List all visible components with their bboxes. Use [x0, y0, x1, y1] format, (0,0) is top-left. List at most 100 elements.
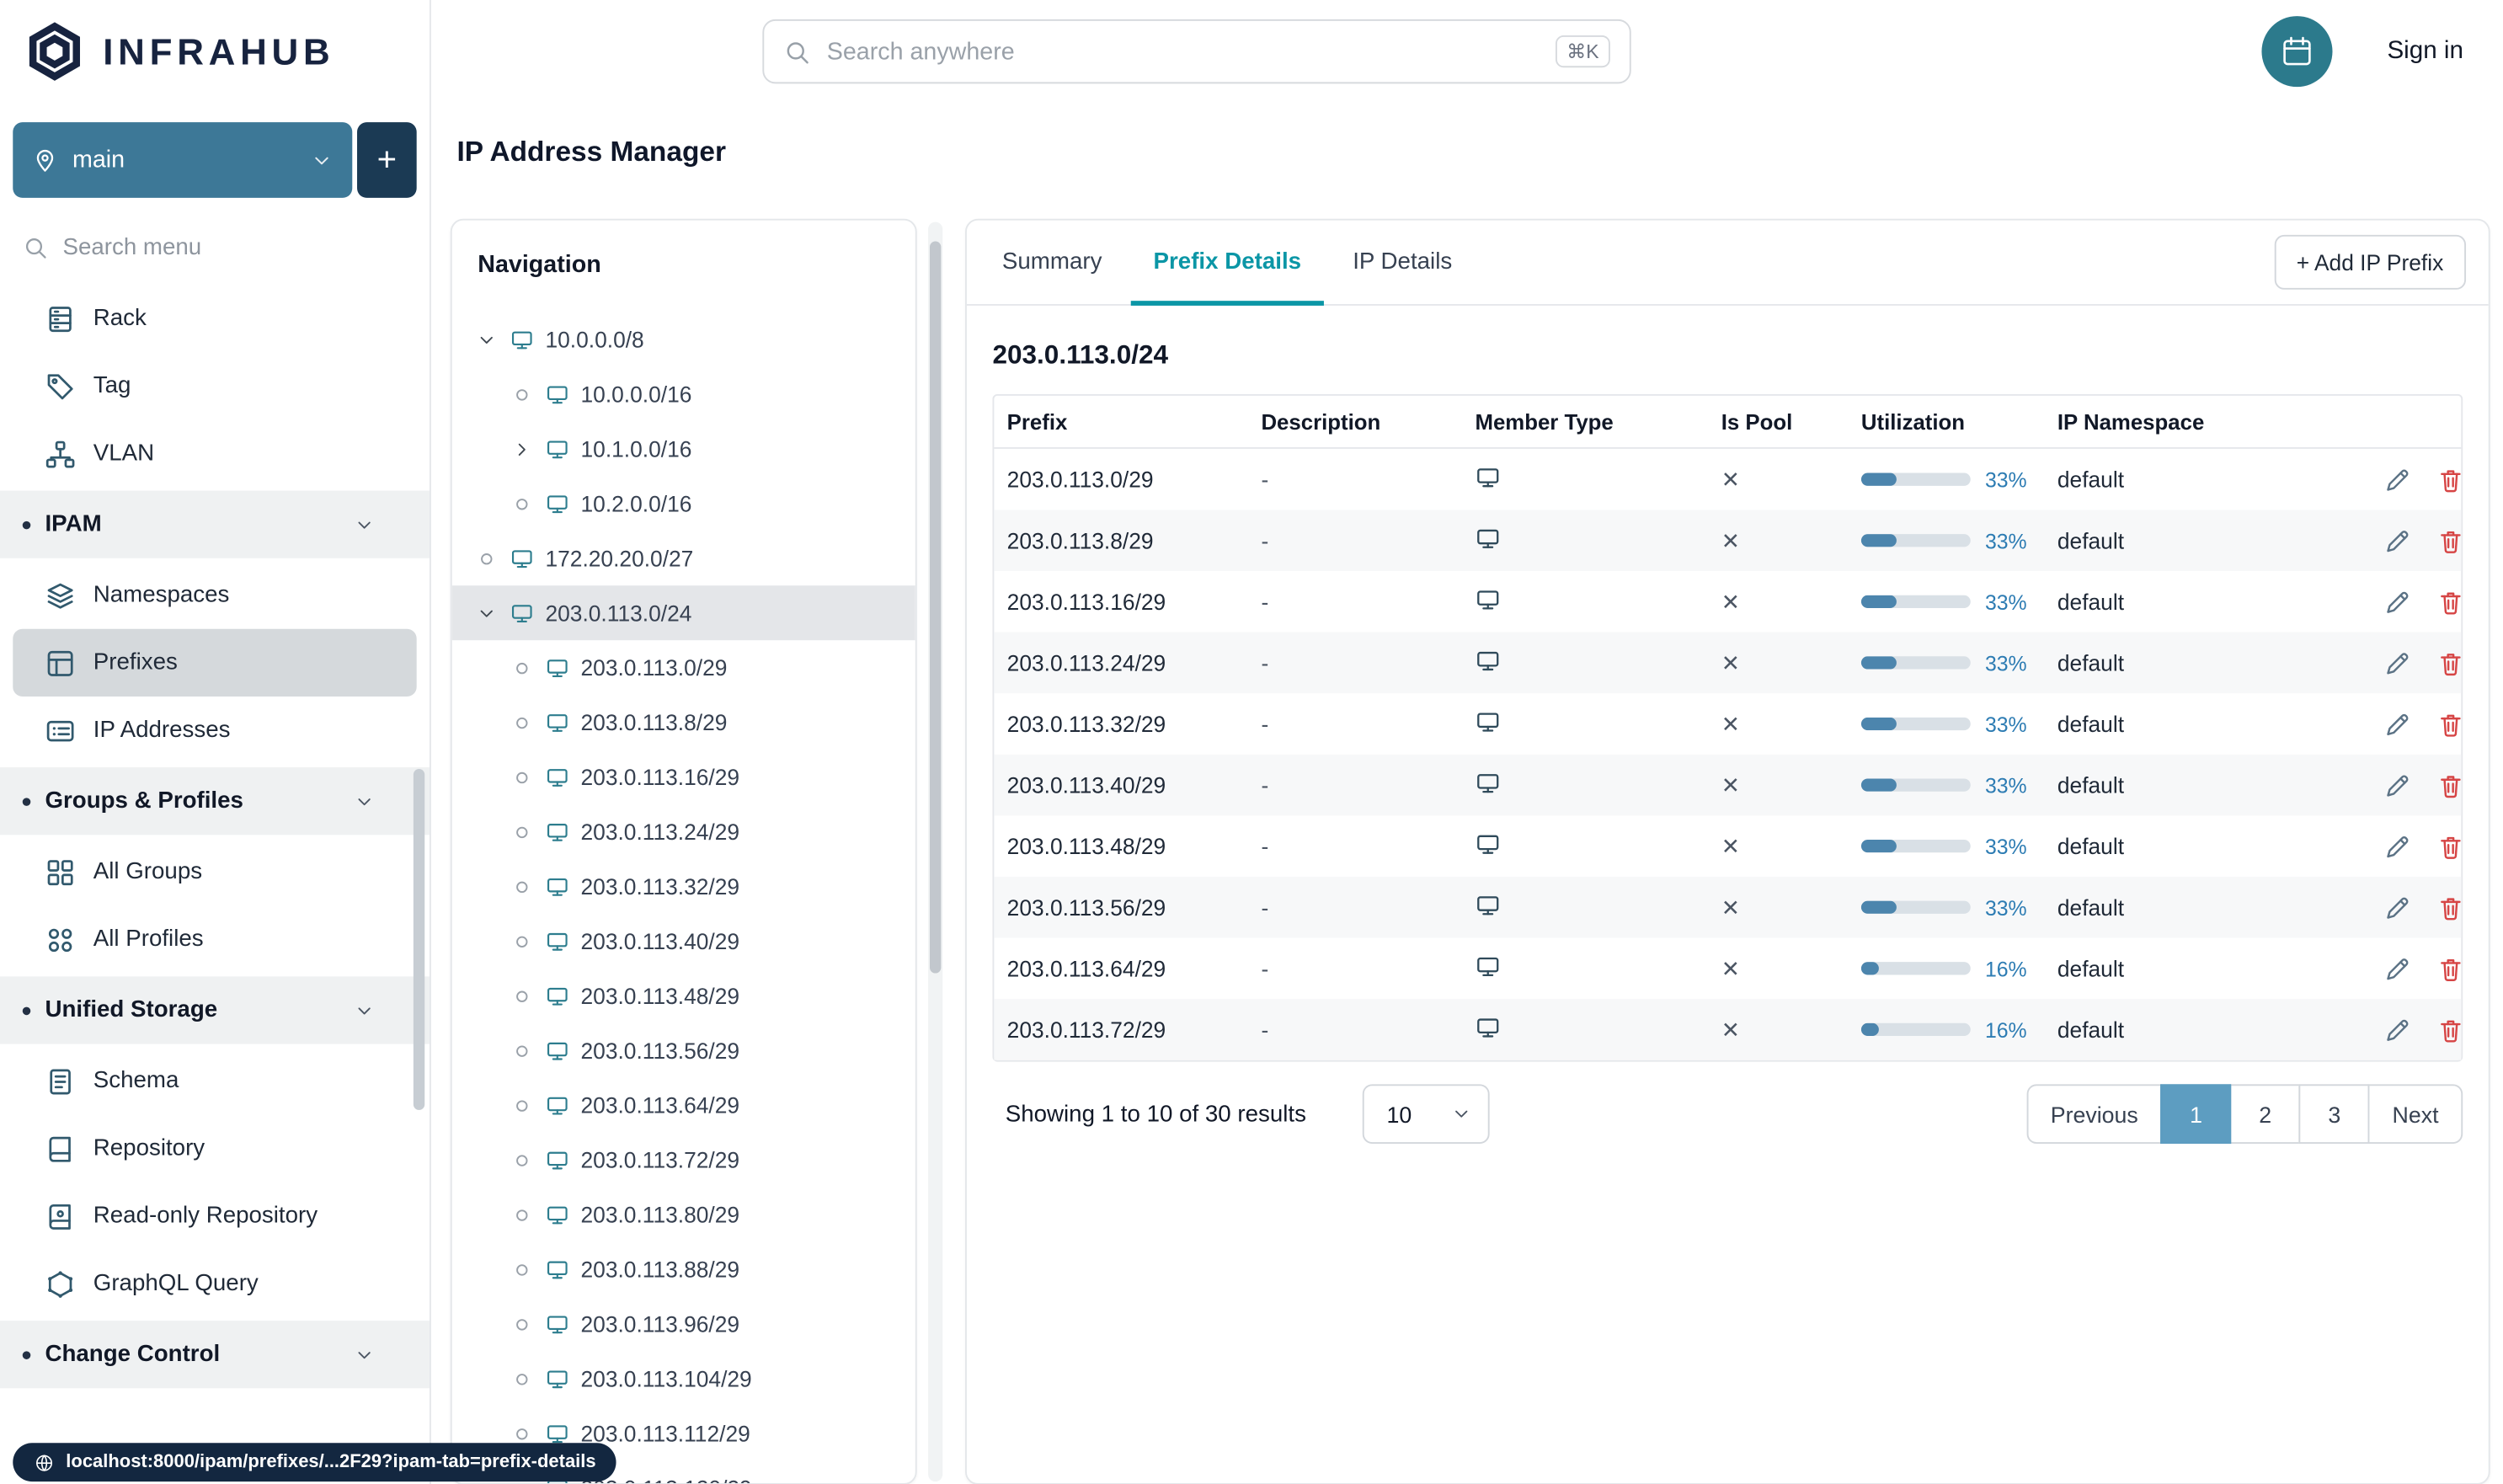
delete-button[interactable]	[2436, 770, 2466, 800]
sidebar-section-change-control[interactable]: Change Control	[0, 1321, 430, 1389]
delete-button[interactable]	[2436, 831, 2466, 862]
page-size-select[interactable]: 10	[1362, 1084, 1490, 1145]
sidebar-item-all-groups[interactable]: All Groups	[13, 838, 416, 905]
page-button-1[interactable]: 1	[2160, 1084, 2232, 1145]
leaf-circle-icon	[510, 1148, 534, 1172]
sidebar-item-graphql-query[interactable]: GraphQL Query	[13, 1250, 416, 1317]
tree-item-203-0-113-8-29[interactable]: 203.0.113.8/29	[452, 695, 915, 750]
cell-utilization: 33%	[1849, 773, 2045, 797]
sidebar-item-vlan[interactable]: VLAN	[13, 420, 416, 488]
table-row[interactable]: 203.0.113.16/29 - ✕ 33% default	[994, 571, 2461, 633]
leaf-circle-icon	[510, 655, 534, 680]
sidebar-item-read-only-repository[interactable]: Read-only Repository	[13, 1182, 416, 1250]
tree-item-10-0-0-0-16[interactable]: 10.0.0.0/16	[452, 366, 915, 421]
tree-item-203-0-113-16-29[interactable]: 203.0.113.16/29	[452, 750, 915, 804]
prefix-icon	[545, 1148, 569, 1172]
add-ip-prefix-button[interactable]: + Add IP Prefix	[2273, 234, 2467, 290]
add-branch-button[interactable]: +	[357, 122, 417, 198]
calendar-button[interactable]	[2261, 16, 2333, 88]
sidebar-item-namespaces[interactable]: Namespaces	[13, 562, 416, 629]
tree-item-203-0-113-72-29[interactable]: 203.0.113.72/29	[452, 1133, 915, 1188]
edit-button[interactable]	[2383, 953, 2413, 984]
tree-item-10-2-0-0-16[interactable]: 10.2.0.0/16	[452, 476, 915, 531]
edit-button[interactable]	[2383, 708, 2413, 739]
edit-button[interactable]	[2383, 586, 2413, 617]
is-pool-false-icon: ✕	[1721, 832, 1741, 858]
tree-item-203-0-113-64-29[interactable]: 203.0.113.64/29	[452, 1078, 915, 1133]
sidebar-item-schema[interactable]: Schema	[13, 1047, 416, 1114]
section-label: Change Control	[45, 1341, 221, 1368]
tree-item-203-0-113-56-29[interactable]: 203.0.113.56/29	[452, 1023, 915, 1078]
tab-summary[interactable]: Summary	[976, 221, 1128, 304]
tree-item-10-1-0-0-16[interactable]: 10.1.0.0/16	[452, 421, 915, 476]
page-button-next[interactable]: Next	[2367, 1084, 2463, 1145]
tree-item-10-0-0-0-8[interactable]: 10.0.0.0/8	[452, 312, 915, 367]
delete-button[interactable]	[2436, 953, 2466, 984]
prefix-icon	[1475, 464, 1501, 490]
table-row[interactable]: 203.0.113.0/29 - ✕ 33% default	[994, 449, 2461, 510]
table-row[interactable]: 203.0.113.8/29 - ✕ 33% default	[994, 510, 2462, 572]
delete-button[interactable]	[2436, 1014, 2466, 1044]
tree-item-203-0-113-32-29[interactable]: 203.0.113.32/29	[452, 859, 915, 914]
sidebar-section-unified-storage[interactable]: Unified Storage	[0, 976, 430, 1044]
delete-button[interactable]	[2436, 464, 2466, 494]
delete-button[interactable]	[2436, 648, 2466, 678]
branch-selector[interactable]: main	[13, 122, 353, 198]
sidebar-item-prefixes[interactable]: Prefixes	[13, 628, 417, 697]
sidebar-item-rack[interactable]: Rack	[13, 285, 416, 352]
tree-item-203-0-113-88-29[interactable]: 203.0.113.88/29	[452, 1242, 915, 1297]
sidebar-item-ip-addresses[interactable]: IP Addresses	[13, 697, 416, 764]
sidebar-item-all-profiles[interactable]: All Profiles	[13, 905, 416, 973]
tree-item-203-0-113-48-29[interactable]: 203.0.113.48/29	[452, 969, 915, 1023]
sidebar-search-input[interactable]	[62, 234, 408, 261]
table-row[interactable]: 203.0.113.64/29 - ✕ 16% default	[994, 938, 2461, 1000]
sidebar-item-repository[interactable]: Repository	[13, 1115, 416, 1182]
scrollbar-thumb[interactable]	[929, 241, 942, 974]
edit-button[interactable]	[2383, 831, 2413, 862]
delete-button[interactable]	[2436, 708, 2466, 739]
table-row[interactable]: 203.0.113.72/29 - ✕ 16% default	[994, 999, 2462, 1060]
tab-ip-details[interactable]: IP Details	[1327, 221, 1478, 304]
edit-button[interactable]	[2383, 892, 2413, 922]
tree-item-203-0-113-96-29[interactable]: 203.0.113.96/29	[452, 1296, 915, 1351]
tree-item-203-0-113-80-29[interactable]: 203.0.113.80/29	[452, 1188, 915, 1242]
tree-item-203-0-113-0-24[interactable]: 203.0.113.0/24	[451, 585, 915, 641]
sidebar-search[interactable]	[0, 223, 430, 271]
table-row[interactable]: 203.0.113.56/29 - ✕ 33% default	[994, 876, 2462, 938]
page-button-3[interactable]: 3	[2298, 1084, 2370, 1145]
panel-scrollbar[interactable]	[928, 222, 943, 1482]
table-row[interactable]: 203.0.113.40/29 - ✕ 33% default	[994, 754, 2462, 816]
tab-prefix-details[interactable]: Prefix Details	[1128, 221, 1327, 306]
page-button-previous[interactable]: Previous	[2026, 1084, 2163, 1145]
logo[interactable]: INFRAHUB	[0, 0, 430, 103]
sidebar-scrollbar[interactable]	[413, 768, 425, 1110]
delete-button[interactable]	[2436, 586, 2466, 617]
sidebar-item-tag[interactable]: Tag	[13, 352, 416, 419]
tree-item-172-20-20-0-27[interactable]: 172.20.20.0/27	[452, 531, 915, 585]
tree-item-203-0-113-40-29[interactable]: 203.0.113.40/29	[452, 914, 915, 969]
sidebar-section-ipam[interactable]: IPAM	[0, 490, 430, 558]
tree-item-203-0-113-104-29[interactable]: 203.0.113.104/29	[452, 1351, 915, 1406]
edit-button[interactable]	[2383, 770, 2413, 800]
delete-button[interactable]	[2436, 526, 2466, 556]
sidebar: INFRAHUB main + Rack Tag VLAN IPAM Namespace…	[0, 0, 431, 1484]
edit-button[interactable]	[2383, 464, 2413, 494]
table-row[interactable]: 203.0.113.32/29 - ✕ 33% default	[994, 693, 2461, 755]
section-bullet-icon	[22, 520, 31, 529]
table-row[interactable]: 203.0.113.24/29 - ✕ 33% default	[994, 632, 2462, 694]
sign-in-link[interactable]: Sign in	[2387, 37, 2463, 66]
edit-button[interactable]	[2383, 526, 2413, 556]
edit-button[interactable]	[2383, 648, 2413, 678]
sidebar-section-groups-profiles[interactable]: Groups & Profiles	[0, 767, 430, 835]
page-button-2[interactable]: 2	[2229, 1084, 2301, 1145]
tree-item-203-0-113-24-29[interactable]: 203.0.113.24/29	[452, 804, 915, 859]
tree-item-label: 203.0.113.24/29	[580, 819, 740, 844]
global-search[interactable]: ⌘K	[762, 19, 1631, 84]
tree-item-203-0-113-0-29[interactable]: 203.0.113.0/29	[452, 640, 915, 695]
edit-button[interactable]	[2383, 1014, 2413, 1044]
delete-button[interactable]	[2436, 892, 2466, 922]
prefix-icon	[545, 1038, 569, 1063]
table-row[interactable]: 203.0.113.48/29 - ✕ 33% default	[994, 815, 2461, 877]
namespace-icon	[45, 580, 75, 611]
global-search-input[interactable]	[826, 37, 1540, 66]
